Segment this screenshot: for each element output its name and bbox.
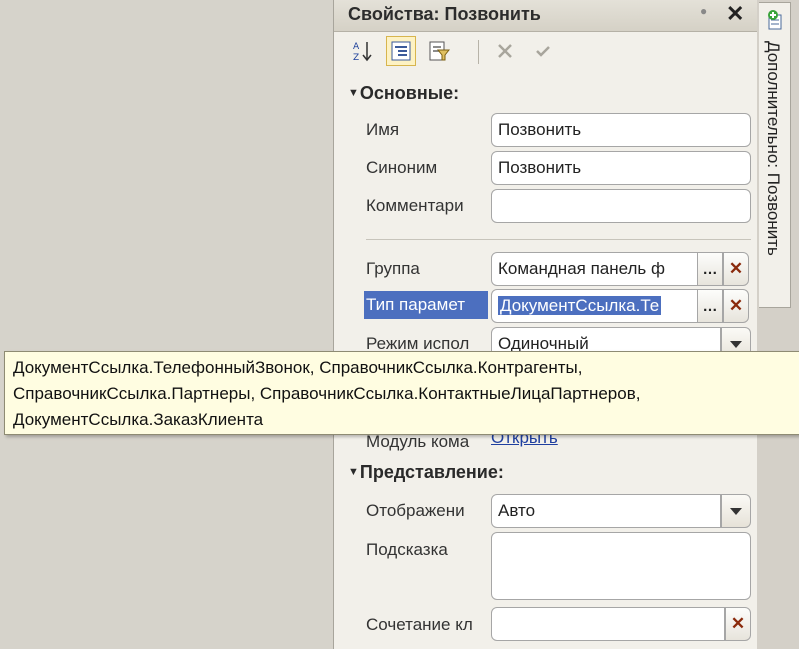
ellipsis-icon: … [702, 297, 718, 315]
cancel-icon [498, 44, 512, 58]
comment-field[interactable] [491, 189, 751, 223]
group-select-button[interactable]: … [697, 252, 723, 286]
add-icon [768, 10, 782, 30]
panel-header: Свойства: Позвонить ● ✕ [334, 0, 758, 32]
param-type-clear-button[interactable]: ✕ [723, 289, 749, 323]
section-main-label: Основные: [359, 83, 460, 103]
name-label: Имя [366, 120, 400, 139]
filter-button[interactable] [424, 36, 454, 66]
tooltip-line: ДокументСсылка.ЗаказКлиента [13, 410, 264, 429]
shortcut-field[interactable] [491, 607, 725, 641]
shortcut-label: Сочетание кл [366, 615, 473, 634]
filter-icon [429, 41, 450, 61]
tooltip-field-label: Подсказка [366, 540, 448, 559]
svg-text:Z: Z [353, 53, 359, 63]
tooltip-line: ДокументСсылка.ТелефонныйЗвонок, Справоч… [13, 358, 583, 377]
collapse-arrow-icon: ▼ [348, 87, 359, 99]
properties-panel: Свойства: Позвонить ● ✕ A Z ▼Основные: И… [333, 0, 758, 649]
toolbar: A Z [334, 32, 758, 74]
synonym-field[interactable]: Позвонить [491, 151, 751, 185]
group-clear-button[interactable]: ✕ [723, 252, 749, 286]
param-type-field[interactable]: ДокументСсылка.Те [491, 289, 699, 323]
side-tab-additional[interactable]: Дополнительно: Позвонить [759, 2, 791, 308]
clear-icon: ✕ [728, 259, 744, 278]
tooltip-field[interactable] [491, 532, 751, 600]
divider [366, 239, 751, 240]
display-dropdown-button[interactable] [721, 494, 751, 528]
chevron-down-icon [730, 507, 742, 515]
tooltip-line: СправочникСсылка.Партнеры, СправочникСсы… [13, 384, 641, 403]
section-view-header[interactable]: ▼Представление: [348, 462, 504, 483]
group-field[interactable]: Командная панель ф [491, 252, 699, 286]
apply-button[interactable] [528, 36, 558, 66]
clear-icon: ✕ [730, 614, 746, 633]
checkmark-icon [536, 46, 550, 57]
sort-alpha-button[interactable]: A Z [348, 36, 378, 66]
categories-button[interactable] [386, 36, 416, 66]
param-type-value: ДокументСсылка.Те [498, 296, 662, 315]
section-main-header[interactable]: ▼Основные: [348, 83, 459, 104]
sort-alpha-icon: A Z [353, 42, 372, 63]
pin-icon[interactable]: ● [700, 4, 707, 18]
param-type-label: Тип парамет [364, 291, 488, 319]
categories-icon [391, 41, 411, 61]
chevron-down-icon [730, 340, 742, 348]
cancel-button[interactable] [490, 36, 520, 66]
ellipsis-icon: … [702, 260, 718, 278]
name-field[interactable]: Позвонить [491, 113, 751, 147]
display-select[interactable]: Авто [491, 494, 721, 528]
svg-text:A: A [353, 42, 360, 52]
group-label: Группа [366, 259, 420, 278]
toolbar-separator [478, 40, 479, 64]
comment-label: Комментари [366, 196, 464, 215]
section-view-label: Представление: [359, 462, 504, 482]
collapse-arrow-icon: ▼ [348, 466, 359, 478]
side-panel: Дополнительно: Позвонить [757, 0, 799, 649]
panel-title: Свойства: Позвонить [348, 4, 541, 24]
display-label: Отображени [366, 501, 465, 520]
side-tab-label: Дополнительно: Позвонить [764, 41, 783, 256]
close-icon[interactable]: ✕ [726, 1, 744, 27]
clear-icon: ✕ [728, 296, 744, 315]
background-area [0, 0, 333, 649]
type-tooltip: ДокументСсылка.ТелефонныйЗвонок, Справоч… [4, 351, 799, 435]
shortcut-clear-button[interactable]: ✕ [725, 607, 751, 641]
param-type-select-button[interactable]: … [697, 289, 723, 323]
synonym-label: Синоним [366, 158, 438, 177]
